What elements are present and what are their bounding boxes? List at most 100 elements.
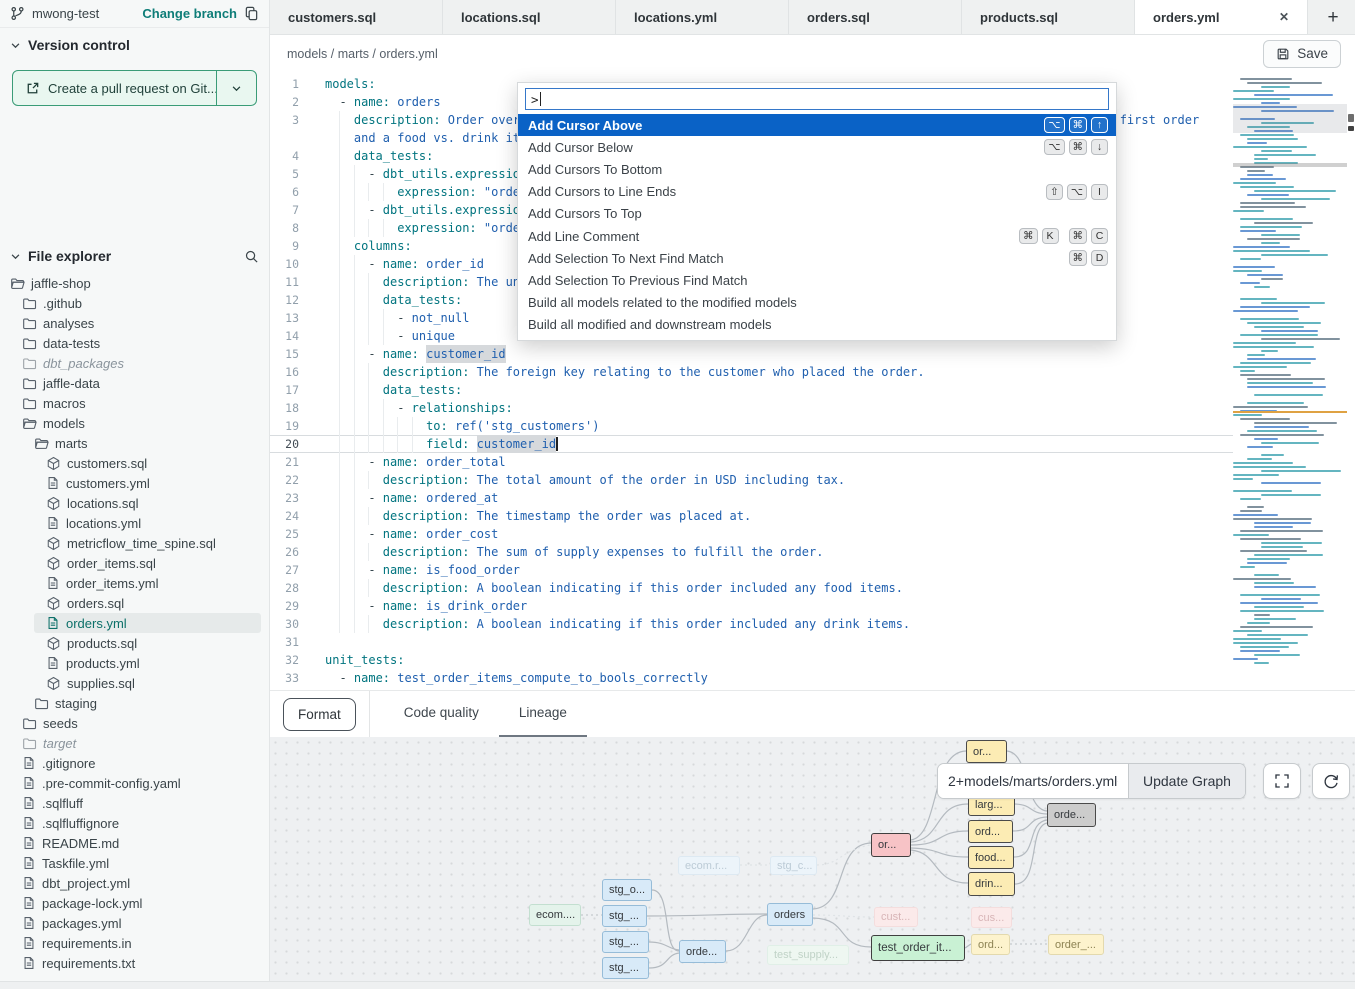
file-tree-item--gitignore[interactable]: .gitignore xyxy=(0,753,269,773)
file-tree-item-requirements-in[interactable]: requirements.in xyxy=(0,933,269,953)
file-tree-item-target[interactable]: target xyxy=(0,733,269,753)
file-tree-item-products-yml[interactable]: products.yml xyxy=(0,653,269,673)
code-line[interactable]: 18- relationships: xyxy=(270,399,1233,417)
tab-orders-sql[interactable]: orders.sql xyxy=(789,0,962,34)
copy-icon[interactable] xyxy=(244,6,259,21)
command-item-add-cursors-to-line-ends[interactable]: Add Cursors to Line Ends⇧⌥I xyxy=(518,181,1116,203)
code-line[interactable]: 25- name: order_cost xyxy=(270,525,1233,543)
file-tree-item-jaffle-shop[interactable]: jaffle-shop xyxy=(0,273,269,293)
code-line[interactable]: 23- name: ordered_at xyxy=(270,489,1233,507)
file-tree-item-seeds[interactable]: seeds xyxy=(0,713,269,733)
code-line[interactable]: 28description: A boolean indicating if t… xyxy=(270,579,1233,597)
lineage-node-test_supply-fadedmint[interactable]: test_supply... xyxy=(767,945,849,965)
file-tree-item-macros[interactable]: macros xyxy=(0,393,269,413)
lineage-node-orders-blue[interactable]: orders xyxy=(767,903,813,926)
command-item-add-cursors-to-top[interactable]: Add Cursors To Top xyxy=(518,203,1116,225)
lineage-node-food-yellow[interactable]: food... xyxy=(968,846,1014,869)
tab-locations-yml[interactable]: locations.yml xyxy=(616,0,789,34)
command-item-add-selection-to-previous-find-match[interactable]: Add Selection To Previous Find Match xyxy=(518,269,1116,291)
version-control-header[interactable]: Version control xyxy=(0,28,269,62)
lineage-node-drin-yellow[interactable]: drin... xyxy=(968,872,1015,896)
tab-customers-sql[interactable]: customers.sql xyxy=(270,0,443,34)
file-tree-item--sqlfluffignore[interactable]: .sqlfluffignore xyxy=(0,813,269,833)
code-line-current[interactable]: 20field: customer_id xyxy=(270,435,1233,453)
panel-tab-code-quality[interactable]: Code quality xyxy=(384,691,499,738)
code-line[interactable]: 29- name: is_drink_order xyxy=(270,597,1233,615)
new-tab-button[interactable]: + xyxy=(1319,0,1347,35)
code-line[interactable]: 17data_tests: xyxy=(270,381,1233,399)
lineage-node-or-pink[interactable]: or... xyxy=(871,833,911,857)
lineage-node-test_order_it-green[interactable]: test_order_it... xyxy=(871,935,965,961)
file-tree-item-marts[interactable]: marts xyxy=(0,433,269,453)
search-icon[interactable] xyxy=(244,249,259,264)
minimap-viewport[interactable] xyxy=(1233,104,1347,133)
command-item-build-all-modified-and-downstream-models[interactable]: Build all modified and downstream models xyxy=(518,314,1116,336)
command-item-add-cursor-above[interactable]: Add Cursor Above⌥⌘↑ xyxy=(518,114,1116,136)
lineage-node-stg_-blue[interactable]: stg_... xyxy=(602,931,649,953)
command-item-build-all-models-related-to-the-modified-models[interactable]: Build all models related to the modified… xyxy=(518,292,1116,314)
file-tree-item-analyses[interactable]: analyses xyxy=(0,313,269,333)
change-branch-link[interactable]: Change branch xyxy=(142,6,237,21)
file-tree-item-order-items-yml[interactable]: order_items.yml xyxy=(0,573,269,593)
editor-scrollbar[interactable] xyxy=(1347,75,1355,689)
file-tree-item-customers-yml[interactable]: customers.yml xyxy=(0,473,269,493)
command-palette-input[interactable]: > xyxy=(525,88,1109,110)
lineage-node-stg_-blue[interactable]: stg_... xyxy=(602,957,649,979)
file-tree-item--pre-commit-config-yaml[interactable]: .pre-commit-config.yaml xyxy=(0,773,269,793)
lineage-node-order_-paleyellow[interactable]: order_... xyxy=(1048,934,1104,955)
file-tree-item-metricflow-time-spine-sql[interactable]: metricflow_time_spine.sql xyxy=(0,533,269,553)
lineage-node-ecom-mint[interactable]: ecom.... xyxy=(529,904,581,926)
file-explorer-header[interactable]: File explorer xyxy=(0,239,269,273)
file-tree-item-customers-sql[interactable]: customers.sql xyxy=(0,453,269,473)
pr-dropdown-caret[interactable] xyxy=(216,71,256,105)
file-tree-item-locations-sql[interactable]: locations.sql xyxy=(0,493,269,513)
file-tree-item-order-items-sql[interactable]: order_items.sql xyxy=(0,553,269,573)
file-tree-item-models[interactable]: models xyxy=(0,413,269,433)
command-item-add-line-comment[interactable]: Add Line Comment⌘K⌘C xyxy=(518,225,1116,247)
tab-products-sql[interactable]: products.sql xyxy=(962,0,1135,34)
file-tree-item-supplies-sql[interactable]: supplies.sql xyxy=(0,673,269,693)
save-button[interactable]: Save xyxy=(1263,40,1341,68)
lineage-node-or-yellow[interactable]: or... xyxy=(966,740,1007,763)
file-tree-item-taskfile-yml[interactable]: Taskfile.yml xyxy=(0,853,269,873)
tab-orders-yml[interactable]: orders.yml✕ xyxy=(1135,0,1308,34)
code-line[interactable]: 31 xyxy=(270,633,1233,651)
file-tree-item-packages-yml[interactable]: packages.yml xyxy=(0,913,269,933)
code-line[interactable]: 26description: The sum of supply expense… xyxy=(270,543,1233,561)
file-tree-item-dbt-project-yml[interactable]: dbt_project.yml xyxy=(0,873,269,893)
lineage-node-orde-gray[interactable]: orde... xyxy=(1047,803,1096,827)
lineage-node-stg_c-fadedblue[interactable]: stg_c... xyxy=(770,856,817,875)
file-tree-item-package-lock-yml[interactable]: package-lock.yml xyxy=(0,893,269,913)
file-tree-item-jaffle-data[interactable]: jaffle-data xyxy=(0,373,269,393)
panel-tab-lineage[interactable]: Lineage xyxy=(499,691,587,738)
file-tree-item--sqlfluff[interactable]: .sqlfluff xyxy=(0,793,269,813)
file-tree-item-products-sql[interactable]: products.sql xyxy=(0,633,269,653)
code-line[interactable]: 21- name: order_total xyxy=(270,453,1233,471)
file-tree-item-readme-md[interactable]: README.md xyxy=(0,833,269,853)
fullscreen-button[interactable] xyxy=(1263,763,1301,799)
file-tree-item-orders-sql[interactable]: orders.sql xyxy=(0,593,269,613)
lineage-node-stg_-blue[interactable]: stg_... xyxy=(602,905,647,927)
code-line[interactable]: 15- name: customer_id xyxy=(270,345,1233,363)
code-line[interactable]: 22description: The total amount of the o… xyxy=(270,471,1233,489)
lineage-node-ord-yellow[interactable]: ord... xyxy=(968,820,1013,843)
lineage-node-ord-paleyellow[interactable]: ord... xyxy=(971,934,1010,955)
close-icon[interactable]: ✕ xyxy=(1275,8,1293,26)
lineage-node-orde-blue[interactable]: orde... xyxy=(679,940,726,963)
file-tree-item-staging[interactable]: staging xyxy=(0,693,269,713)
lineage-node-cust-fadedpink[interactable]: cust... xyxy=(874,907,918,927)
command-item-add-cursors-to-bottom[interactable]: Add Cursors To Bottom xyxy=(518,158,1116,180)
format-button[interactable]: Format xyxy=(283,698,356,731)
code-line[interactable]: 32unit_tests: xyxy=(270,651,1233,669)
refresh-button[interactable] xyxy=(1312,763,1350,799)
tab-locations-sql[interactable]: locations.sql xyxy=(443,0,616,34)
lineage-canvas[interactable]: ecom....stg_o...stg_...stg_...stg_...ord… xyxy=(270,737,1355,981)
code-line[interactable]: 19to: ref('stg_customers') xyxy=(270,417,1233,435)
code-line[interactable]: 27- name: is_food_order xyxy=(270,561,1233,579)
lineage-node-stg_o-blue[interactable]: stg_o... xyxy=(602,879,652,901)
create-pr-button[interactable]: Create a pull request on Git... xyxy=(12,70,257,106)
lineage-node-cus-fadedpink[interactable]: cus... xyxy=(971,907,1012,928)
lineage-node-ecomr-fadedblue[interactable]: ecom.r... xyxy=(678,856,740,875)
command-item-add-selection-to-next-find-match[interactable]: Add Selection To Next Find Match⌘D xyxy=(518,247,1116,269)
code-line[interactable]: 33- name: test_order_items_compute_to_bo… xyxy=(270,669,1233,687)
